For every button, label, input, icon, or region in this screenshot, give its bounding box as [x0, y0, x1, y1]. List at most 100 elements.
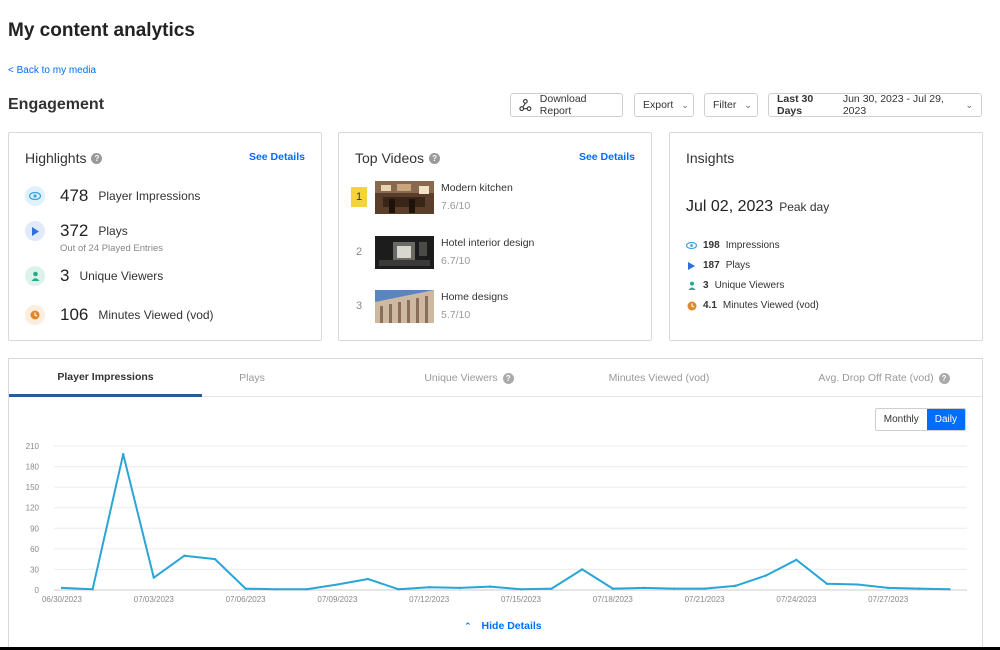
x-tick-label: 07/18/2023 [593, 595, 634, 604]
video-thumbnail[interactable] [375, 236, 434, 269]
tab-player-impressions[interactable]: Player Impressions [9, 359, 202, 397]
data-point [183, 554, 186, 557]
data-point [917, 587, 920, 590]
clock-icon [25, 305, 45, 325]
insight-plays-label: Plays [725, 260, 751, 271]
unique-viewers-label: Unique Viewers [79, 269, 164, 283]
chevron-down-icon: ⌄ [681, 99, 689, 110]
insight-unique-viewers: 3 Unique Viewers [686, 280, 784, 291]
download-report-button[interactable]: Download Report [510, 93, 623, 117]
video-thumbnail[interactable] [375, 181, 434, 214]
video-score: 5.7/10 [441, 309, 471, 321]
data-point [611, 587, 614, 590]
rank-badge: 3 [355, 300, 363, 312]
daily-toggle-button[interactable]: Daily [926, 409, 965, 430]
data-point [122, 453, 125, 456]
data-point [519, 588, 523, 591]
x-tick-label: 06/30/2023 [42, 595, 83, 604]
tab-label: Avg. Drop Off Rate (vod) [818, 372, 934, 384]
x-tick-label: 07/15/2023 [501, 595, 542, 604]
plays-label: Plays [98, 224, 128, 238]
help-icon[interactable]: ? [938, 372, 950, 384]
plays-value: 372 [60, 221, 89, 240]
y-tick-label: 0 [35, 586, 40, 595]
filter-label: Filter [713, 99, 737, 111]
unique-viewers-value: 3 [60, 266, 70, 285]
help-icon[interactable]: ? [502, 372, 514, 384]
video-score: 6.7/10 [441, 255, 471, 267]
filter-dropdown[interactable]: Filter ⌄ [704, 93, 758, 117]
x-tick-label: 07/03/2023 [134, 595, 175, 604]
insight-minutes-viewed: 4.1 Minutes Viewed (vod) [686, 300, 819, 311]
help-icon[interactable]: ? [429, 152, 441, 164]
top-videos-see-details-link[interactable]: See Details [579, 151, 635, 163]
back-to-media-link[interactable]: < Back to my media [8, 65, 96, 76]
y-tick-label: 180 [26, 463, 40, 472]
video-info: Home designs 5.7/10 [441, 290, 508, 321]
data-point [428, 586, 431, 589]
user-icon [686, 280, 697, 291]
tab-unique-viewers[interactable]: Unique Viewers ? [389, 359, 549, 397]
y-tick-label: 120 [26, 504, 40, 513]
y-tick-label: 210 [26, 442, 40, 451]
top-video-item[interactable]: 2 Hotel interior design 6.7/10 [351, 236, 534, 269]
insight-impressions-label: Impressions [725, 240, 780, 251]
tab-avg-drop-off-rate[interactable]: Avg. Drop Off Rate (vod) ? [789, 359, 979, 397]
chart-panel: Player Impressions Plays Unique Viewers … [8, 358, 983, 650]
insight-plays: 187 Plays [686, 260, 750, 271]
data-point [887, 586, 890, 590]
impressions-line-chart: 0 30 60 90 120 150 180 210 06/30/2023 07/03/2023 0… [26, 442, 967, 604]
export-dropdown[interactable]: Export ⌄ [634, 93, 694, 117]
video-name[interactable]: Modern kitchen [441, 182, 513, 194]
play-icon [25, 221, 45, 241]
highlights-see-details-link[interactable]: See Details [249, 151, 305, 163]
page-title: My content analytics [8, 20, 195, 41]
insight-plays-value: 187 [703, 260, 720, 271]
peak-date: Jul 02, 2023 [686, 198, 774, 215]
period-toggle: Monthly Daily [874, 408, 966, 431]
video-name[interactable]: Hotel interior design [441, 237, 534, 249]
x-tick-label: 07/06/2023 [226, 595, 267, 604]
tab-minutes-viewed[interactable]: Minutes Viewed (vod) [589, 359, 729, 397]
tab-plays[interactable]: Plays [202, 359, 302, 397]
top-video-item[interactable]: 1 Modern kitchen 7.6/10 [351, 181, 513, 214]
date-range-picker[interactable]: Last 30 Days Jun 30, 2023 - Jul 29, 2023… [768, 93, 982, 117]
tab-label: Minutes Viewed (vod) [608, 372, 710, 384]
data-point [948, 588, 951, 591]
monthly-toggle-button[interactable]: Monthly [875, 409, 927, 430]
tab-label: Player Impressions [57, 370, 154, 383]
data-point [91, 588, 94, 591]
date-range-label: Jun 30, 2023 - Jul 29, 2023 [842, 93, 944, 117]
minutes-viewed-label: Minutes Viewed (vod) [98, 308, 214, 322]
insights-title: Insights [686, 150, 735, 166]
data-point [489, 585, 492, 588]
hide-details-link[interactable]: ⌃ Hide Details [464, 620, 542, 632]
clock-icon [686, 300, 697, 311]
video-name[interactable]: Home designs [441, 291, 508, 303]
data-point [703, 587, 706, 590]
section-title: Engagement [8, 96, 105, 113]
peak-day: Jul 02, 2023 Peak day [686, 198, 829, 216]
data-point [244, 587, 247, 590]
download-report-icon [519, 98, 532, 112]
y-tick-label: 60 [30, 545, 39, 554]
peak-label: Peak day [779, 200, 830, 214]
x-tick-label: 07/09/2023 [317, 595, 358, 604]
top-video-item[interactable]: 3 Home designs 5.7/10 [351, 290, 508, 323]
data-point [60, 586, 64, 590]
impressions-label: Player Impressions [98, 189, 201, 203]
help-icon[interactable]: ? [91, 152, 103, 164]
highlight-impressions: 478 Player Impressions [25, 186, 200, 206]
insight-impressions: 198 Impressions [686, 240, 780, 251]
y-tick-label: 150 [26, 483, 40, 492]
data-point [672, 587, 676, 590]
top-videos-card: Top Videos ? See Details 1 Modern kitche… [338, 132, 652, 341]
plays-subtitle: Out of 24 Played Entries [60, 243, 163, 254]
data-point [764, 574, 767, 577]
y-tick-label: 30 [30, 565, 39, 574]
chevron-down-icon: ⌄ [744, 99, 752, 110]
highlights-title-wrap: Highlights ? [25, 150, 103, 166]
data-point [397, 588, 400, 591]
video-thumbnail[interactable] [375, 290, 434, 323]
data-point [795, 558, 798, 562]
